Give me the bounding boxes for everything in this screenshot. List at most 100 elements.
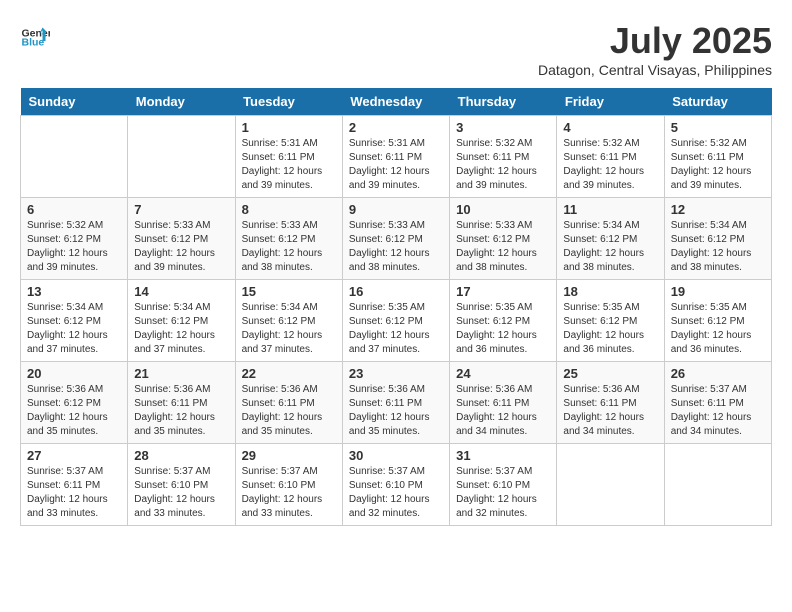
calendar-cell: 8 Sunrise: 5:33 AMSunset: 6:12 PMDaylight… (235, 198, 342, 280)
day-number: 20 (27, 366, 121, 381)
day-number: 12 (671, 202, 765, 217)
day-number: 2 (349, 120, 443, 135)
day-header-tuesday: Tuesday (235, 88, 342, 116)
day-info: Sunrise: 5:34 AMSunset: 6:12 PMDaylight:… (671, 219, 765, 275)
week-row-3: 13 Sunrise: 5:34 AMSunset: 6:12 PMDayligh… (21, 280, 772, 362)
calendar-cell: 9 Sunrise: 5:33 AMSunset: 6:12 PMDaylight… (342, 198, 449, 280)
calendar-cell: 18Sunrise: 5:35 AMSunset: 6:12 PMDayligh… (557, 280, 664, 362)
day-info: Sunrise: 5:32 AMSunset: 6:12 PMDaylight:… (27, 219, 121, 275)
calendar-cell: 7Sunrise: 5:33 AMSunset: 6:12 PMDaylight… (128, 198, 235, 280)
day-number: 30 (349, 448, 443, 463)
day-info: Sunrise: 5:34 AMSunset: 6:12 PMDaylight:… (134, 301, 228, 357)
day-info: Sunrise: 5:34 AMSunset: 6:12 PMDaylight:… (242, 301, 336, 357)
day-info: Sunrise: 5:32 AMSunset: 6:11 PMDaylight:… (671, 137, 765, 193)
location: Datagon, Central Visayas, Philippines (538, 62, 772, 78)
day-number: 4 (563, 120, 657, 135)
calendar-header-row: SundayMondayTuesdayWednesdayThursdayFrid… (21, 88, 772, 116)
day-number: 6 (27, 202, 121, 217)
day-info: Sunrise: 5:37 AMSunset: 6:11 PMDaylight:… (671, 383, 765, 439)
day-info: Sunrise: 5:37 AMSunset: 6:10 PMDaylight:… (242, 465, 336, 521)
day-number: 9 (349, 202, 443, 217)
day-info: Sunrise: 5:36 AMSunset: 6:11 PMDaylight:… (242, 383, 336, 439)
day-header-sunday: Sunday (21, 88, 128, 116)
day-info: Sunrise: 5:33 AMSunset: 6:12 PMDaylight:… (242, 219, 336, 275)
logo: General Blue (20, 20, 50, 50)
day-info: Sunrise: 5:37 AMSunset: 6:10 PMDaylight:… (134, 465, 228, 521)
day-info: Sunrise: 5:33 AMSunset: 6:12 PMDaylight:… (134, 219, 228, 275)
calendar-cell: 23 Sunrise: 5:36 AMSunset: 6:11 PMDayligh… (342, 362, 449, 444)
day-number: 5 (671, 120, 765, 135)
day-number: 15 (242, 284, 336, 299)
calendar-cell: 30 Sunrise: 5:37 AMSunset: 6:10 PMDayligh… (342, 444, 449, 526)
day-number: 29 (242, 448, 336, 463)
day-number: 17 (456, 284, 550, 299)
calendar-cell: 20 Sunrise: 5:36 AMSunset: 6:12 PMDayligh… (21, 362, 128, 444)
logo-icon: General Blue (20, 20, 50, 50)
day-number: 14 (134, 284, 228, 299)
calendar-cell: 28 Sunrise: 5:37 AMSunset: 6:10 PMDayligh… (128, 444, 235, 526)
day-number: 13 (27, 284, 121, 299)
day-info: Sunrise: 5:33 AMSunset: 6:12 PMDaylight:… (349, 219, 443, 275)
day-header-monday: Monday (128, 88, 235, 116)
day-info: Sunrise: 5:32 AMSunset: 6:11 PMDaylight:… (563, 137, 657, 193)
day-number: 27 (27, 448, 121, 463)
calendar-cell (557, 444, 664, 526)
day-number: 25 (563, 366, 657, 381)
day-info: Sunrise: 5:37 AMSunset: 6:10 PMDaylight:… (349, 465, 443, 521)
day-info: Sunrise: 5:36 AMSunset: 6:11 PMDaylight:… (349, 383, 443, 439)
calendar-cell: 14 Sunrise: 5:34 AMSunset: 6:12 PMDayligh… (128, 280, 235, 362)
day-info: Sunrise: 5:36 AMSunset: 6:12 PMDaylight:… (27, 383, 121, 439)
day-info: Sunrise: 5:31 AMSunset: 6:11 PMDaylight:… (349, 137, 443, 193)
day-info: Sunrise: 5:31 AMSunset: 6:11 PMDaylight:… (242, 137, 336, 193)
calendar-cell (664, 444, 771, 526)
day-header-wednesday: Wednesday (342, 88, 449, 116)
calendar-cell: 27 Sunrise: 5:37 AMSunset: 6:11 PMDayligh… (21, 444, 128, 526)
day-info: Sunrise: 5:34 AMSunset: 6:12 PMDaylight:… (27, 301, 121, 357)
day-info: Sunrise: 5:35 AMSunset: 6:12 PMDaylight:… (671, 301, 765, 357)
calendar-cell: 22 Sunrise: 5:36 AMSunset: 6:11 PMDayligh… (235, 362, 342, 444)
day-number: 21 (134, 366, 228, 381)
day-number: 31 (456, 448, 550, 463)
calendar-cell: 25Sunrise: 5:36 AMSunset: 6:11 PMDayligh… (557, 362, 664, 444)
calendar-cell: 21Sunrise: 5:36 AMSunset: 6:11 PMDayligh… (128, 362, 235, 444)
day-number: 11 (563, 202, 657, 217)
calendar-cell: 26 Sunrise: 5:37 AMSunset: 6:11 PMDayligh… (664, 362, 771, 444)
calendar-cell (21, 116, 128, 198)
day-header-friday: Friday (557, 88, 664, 116)
calendar-cell: 13 Sunrise: 5:34 AMSunset: 6:12 PMDayligh… (21, 280, 128, 362)
svg-text:Blue: Blue (22, 37, 45, 49)
week-row-5: 27 Sunrise: 5:37 AMSunset: 6:11 PMDayligh… (21, 444, 772, 526)
calendar-cell: 10 Sunrise: 5:33 AMSunset: 6:12 PMDayligh… (450, 198, 557, 280)
day-info: Sunrise: 5:35 AMSunset: 6:12 PMDaylight:… (563, 301, 657, 357)
day-header-thursday: Thursday (450, 88, 557, 116)
calendar-table: SundayMondayTuesdayWednesdayThursdayFrid… (20, 88, 772, 526)
day-info: Sunrise: 5:33 AMSunset: 6:12 PMDaylight:… (456, 219, 550, 275)
day-number: 23 (349, 366, 443, 381)
month-title: July 2025 (538, 20, 772, 62)
calendar-cell: 11 Sunrise: 5:34 AMSunset: 6:12 PMDayligh… (557, 198, 664, 280)
day-info: Sunrise: 5:37 AMSunset: 6:10 PMDaylight:… (456, 465, 550, 521)
day-number: 28 (134, 448, 228, 463)
day-info: Sunrise: 5:32 AMSunset: 6:11 PMDaylight:… (456, 137, 550, 193)
day-number: 10 (456, 202, 550, 217)
day-info: Sunrise: 5:35 AMSunset: 6:12 PMDaylight:… (349, 301, 443, 357)
calendar-cell: 6 Sunrise: 5:32 AMSunset: 6:12 PMDaylight… (21, 198, 128, 280)
day-number: 16 (349, 284, 443, 299)
day-number: 1 (242, 120, 336, 135)
day-number: 19 (671, 284, 765, 299)
calendar-cell: 29 Sunrise: 5:37 AMSunset: 6:10 PMDayligh… (235, 444, 342, 526)
calendar-cell: 1 Sunrise: 5:31 AMSunset: 6:11 PMDaylight… (235, 116, 342, 198)
day-number: 24 (456, 366, 550, 381)
day-info: Sunrise: 5:34 AMSunset: 6:12 PMDaylight:… (563, 219, 657, 275)
day-info: Sunrise: 5:37 AMSunset: 6:11 PMDaylight:… (27, 465, 121, 521)
calendar-cell: 15 Sunrise: 5:34 AMSunset: 6:12 PMDayligh… (235, 280, 342, 362)
day-info: Sunrise: 5:35 AMSunset: 6:12 PMDaylight:… (456, 301, 550, 357)
calendar-cell: 3Sunrise: 5:32 AMSunset: 6:11 PMDaylight… (450, 116, 557, 198)
calendar-cell: 16 Sunrise: 5:35 AMSunset: 6:12 PMDayligh… (342, 280, 449, 362)
calendar-cell: 5 Sunrise: 5:32 AMSunset: 6:11 PMDaylight… (664, 116, 771, 198)
day-number: 26 (671, 366, 765, 381)
week-row-1: 1 Sunrise: 5:31 AMSunset: 6:11 PMDaylight… (21, 116, 772, 198)
calendar-cell: 17 Sunrise: 5:35 AMSunset: 6:12 PMDayligh… (450, 280, 557, 362)
day-number: 8 (242, 202, 336, 217)
day-number: 22 (242, 366, 336, 381)
